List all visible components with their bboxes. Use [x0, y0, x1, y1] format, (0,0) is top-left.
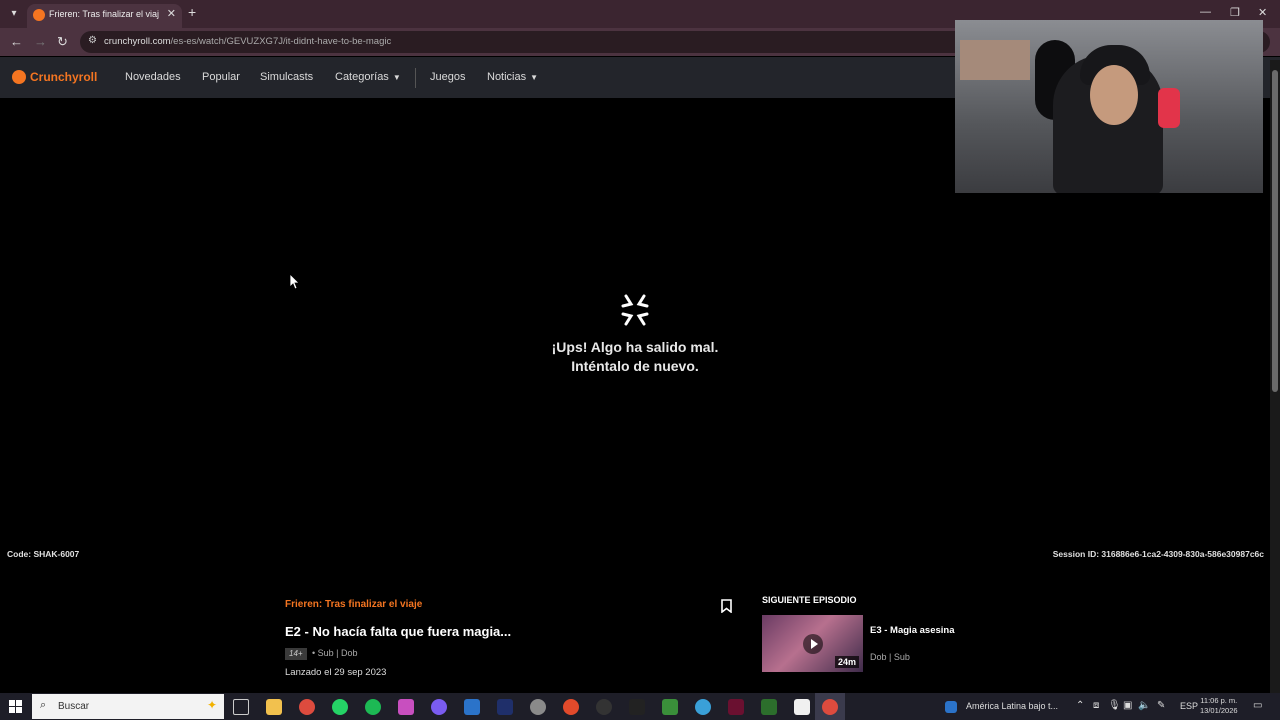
news-widget-icon[interactable]: [945, 701, 957, 713]
play-icon: [803, 634, 823, 654]
volume-icon[interactable]: 🔈: [1138, 700, 1150, 711]
restore-icon[interactable]: ❐: [1230, 6, 1240, 19]
app-icon-orange[interactable]: [563, 699, 579, 715]
minimize-icon[interactable]: —: [1200, 6, 1211, 18]
duration-badge: 24m: [834, 656, 859, 668]
crunchyroll-favicon-icon: [33, 9, 45, 21]
taskbar-search[interactable]: ⌕ Buscar ✦: [32, 694, 224, 719]
nav-popular[interactable]: Popular: [202, 71, 240, 83]
caret-down-icon: ▼: [530, 73, 539, 82]
tray-app-icon[interactable]: ⧈: [1093, 700, 1099, 711]
next-episode-heading: SIGUIENTE EPISODIO: [762, 595, 857, 605]
series-title-link[interactable]: Frieren: Tras finalizar el viaje: [285, 599, 422, 610]
search-icon: ⌕: [40, 699, 47, 711]
next-episode-thumbnail[interactable]: 24m: [762, 615, 863, 672]
notifications-icon[interactable]: ▭: [1253, 700, 1262, 711]
task-view-icon[interactable]: [233, 699, 249, 715]
error-burst-icon: [621, 294, 649, 326]
nav-categorias-label: Categorías: [335, 71, 389, 83]
app-icon-blue[interactable]: [695, 699, 711, 715]
app-icon-epic[interactable]: [629, 699, 645, 715]
windows-start-icon[interactable]: [9, 700, 22, 713]
session-id: Session ID: 316886e6-1ca2-4309-830a-586e…: [1052, 549, 1264, 559]
webcam-face: [1090, 65, 1138, 125]
error-message-line1: ¡Ups! Algo ha salido mal.: [551, 339, 719, 355]
nav-simulcasts[interactable]: Simulcasts: [260, 71, 313, 83]
logo-text[interactable]: Crunchyroll: [30, 70, 97, 84]
tray-chevron-icon[interactable]: ⌃: [1076, 700, 1084, 711]
reload-icon[interactable]: ↻: [57, 34, 68, 50]
file-explorer-icon[interactable]: [266, 699, 282, 715]
new-tab-icon[interactable]: +: [188, 4, 196, 20]
tab-close-icon[interactable]: ✕: [167, 7, 176, 20]
windows-taskbar: ⌕ Buscar ✦ América Latina bajo t... ⌃ ⧈ …: [0, 693, 1280, 720]
nav-novedades[interactable]: Novedades: [125, 71, 181, 83]
audio-options: • Sub | Dob: [312, 648, 358, 658]
bookmark-icon[interactable]: [721, 599, 732, 613]
error-message-line2: Inténtalo de nuevo.: [571, 358, 699, 374]
error-code: Code: SHAK-6007: [7, 549, 80, 559]
url-path: /es-es/watch/GEVUZXG7J/it-didnt-have-to-…: [170, 36, 392, 47]
minecraft-icon[interactable]: [662, 699, 678, 715]
language-indicator[interactable]: ESP: [1180, 701, 1198, 711]
notepad-icon[interactable]: [794, 699, 810, 715]
window-close-icon[interactable]: ✕: [1258, 6, 1267, 19]
maturity-rating-badge: 14+: [285, 648, 307, 660]
forward-icon[interactable]: →: [34, 34, 47, 49]
mouse-cursor-icon: [290, 274, 300, 290]
site-info-icon[interactable]: ⚙: [88, 35, 97, 46]
whatsapp-icon[interactable]: [332, 699, 348, 715]
url-host: crunchyroll.com: [104, 36, 171, 47]
app-icon-v[interactable]: [464, 699, 480, 715]
nav-noticias-label: Noticias: [487, 71, 527, 83]
search-placeholder: Buscar: [58, 701, 90, 712]
episode-title: E2 - No hacía falta que fuera magia...: [285, 624, 512, 639]
chrome-active-icon[interactable]: [822, 699, 838, 715]
photoshop-icon[interactable]: [497, 699, 513, 715]
app-icon-purple[interactable]: [398, 699, 414, 715]
app-icon-violet[interactable]: [431, 699, 447, 715]
app-icon-green[interactable]: [761, 699, 777, 715]
search-highlight-icon: ✦: [207, 698, 218, 712]
pen-icon[interactable]: ✎: [1157, 700, 1165, 711]
tab-title: Frieren: Tras finalizar el viaje N: [49, 9, 159, 19]
nav-noticias[interactable]: Noticias ▼: [487, 71, 538, 83]
spotify-icon[interactable]: [365, 699, 381, 715]
browser-tab[interactable]: Frieren: Tras finalizar el viaje N ✕: [27, 4, 182, 28]
app-icon-dark[interactable]: [596, 699, 612, 715]
caret-down-icon: ▼: [392, 73, 401, 82]
tab-search-menu-icon[interactable]: ▾: [6, 6, 22, 22]
webcam-shelf: [960, 40, 1030, 80]
chrome-icon[interactable]: [299, 699, 315, 715]
next-episode-audio: Dob | Sub: [870, 652, 910, 662]
clock-time: 11:06 p. m.: [1200, 696, 1238, 705]
app-icon-maroon[interactable]: [728, 699, 744, 715]
network-icon[interactable]: ▣: [1123, 700, 1132, 711]
news-widget-text[interactable]: América Latina bajo t...: [966, 701, 1058, 711]
next-episode-title[interactable]: E3 - Magia asesina: [870, 625, 954, 636]
app-icon-gray[interactable]: [530, 699, 546, 715]
scrollbar-thumb[interactable]: [1272, 70, 1278, 392]
clock[interactable]: 11:06 p. m. 13/01/2026: [1200, 696, 1238, 716]
crunchyroll-logo-icon[interactable]: [12, 70, 26, 84]
nav-categorias[interactable]: Categorías ▼: [335, 71, 401, 83]
back-icon[interactable]: ←: [10, 34, 23, 49]
nav-divider: [415, 68, 416, 88]
release-date: Lanzado el 29 sep 2023: [285, 667, 387, 678]
webcam-overlay: [955, 20, 1263, 193]
nav-juegos[interactable]: Juegos: [430, 71, 465, 83]
microphone-icon[interactable]: 🎙: [1108, 700, 1121, 711]
clock-date: 13/01/2026: [1200, 706, 1238, 715]
webcam-microphone: [1158, 88, 1180, 128]
